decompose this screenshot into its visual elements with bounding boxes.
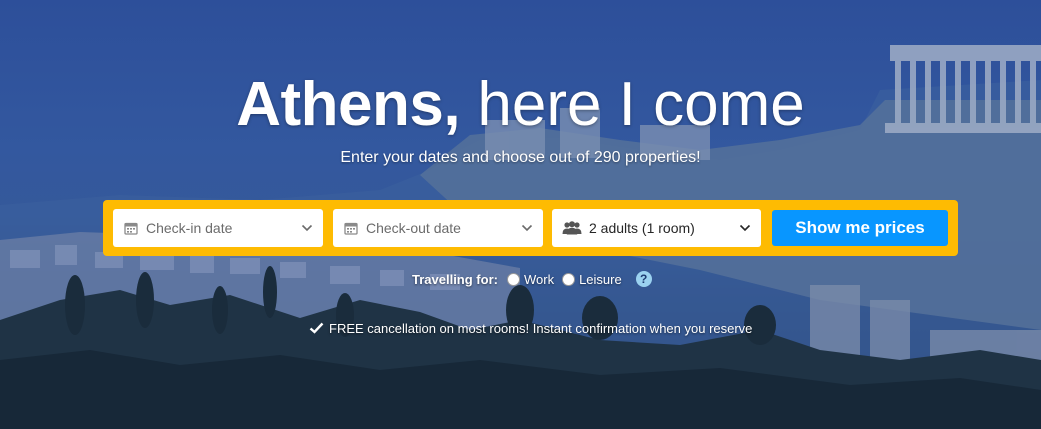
title-rest: here I come — [460, 70, 805, 139]
checkin-date-field[interactable]: Check-in date — [113, 209, 323, 247]
travel-leisure-option[interactable]: Leisure — [562, 272, 622, 287]
show-prices-button[interactable]: Show me prices — [772, 210, 948, 246]
calendar-icon — [343, 220, 359, 236]
guests-selector[interactable]: 2 adults (1 room) — [552, 209, 761, 247]
calendar-icon — [123, 220, 139, 236]
page-title: Athens, here I come — [0, 68, 1041, 142]
travelling-for-label: Travelling for: — [412, 271, 498, 287]
chevron-down-icon — [739, 224, 751, 232]
people-icon — [562, 220, 582, 236]
chevron-down-icon — [521, 224, 533, 232]
free-cancellation-notice: FREE cancellation on most rooms! Instant… — [309, 319, 752, 337]
title-city: Athens, — [236, 70, 461, 139]
question-circle-icon[interactable]: ? — [635, 271, 652, 287]
leisure-label: Leisure — [579, 271, 622, 287]
travelling-for-row: Travelling for: Work Leisure ? — [412, 270, 652, 288]
checkout-date-field[interactable]: Check-out date — [333, 209, 543, 247]
hero-banner: Athens, here I come Enter your dates and… — [0, 0, 1041, 429]
page-subtitle: Enter your dates and choose out of 290 p… — [340, 149, 701, 166]
travel-work-option[interactable]: Work — [506, 271, 555, 287]
guests-label: 2 adults (1 room) — [589, 220, 695, 236]
checkout-date-label: Check-out date — [366, 220, 461, 236]
leisure-radio[interactable] — [562, 272, 576, 286]
checkin-date-label: Check-in date — [146, 220, 233, 236]
chevron-down-icon — [301, 224, 313, 232]
work-radio[interactable] — [506, 272, 520, 286]
work-label: Work — [523, 271, 555, 287]
free-cancellation-text: FREE cancellation on most rooms! Instant… — [329, 320, 753, 336]
checkmark-icon — [309, 322, 324, 334]
search-bar: Check-in date Check-out date 2 adults (1… — [103, 200, 958, 256]
